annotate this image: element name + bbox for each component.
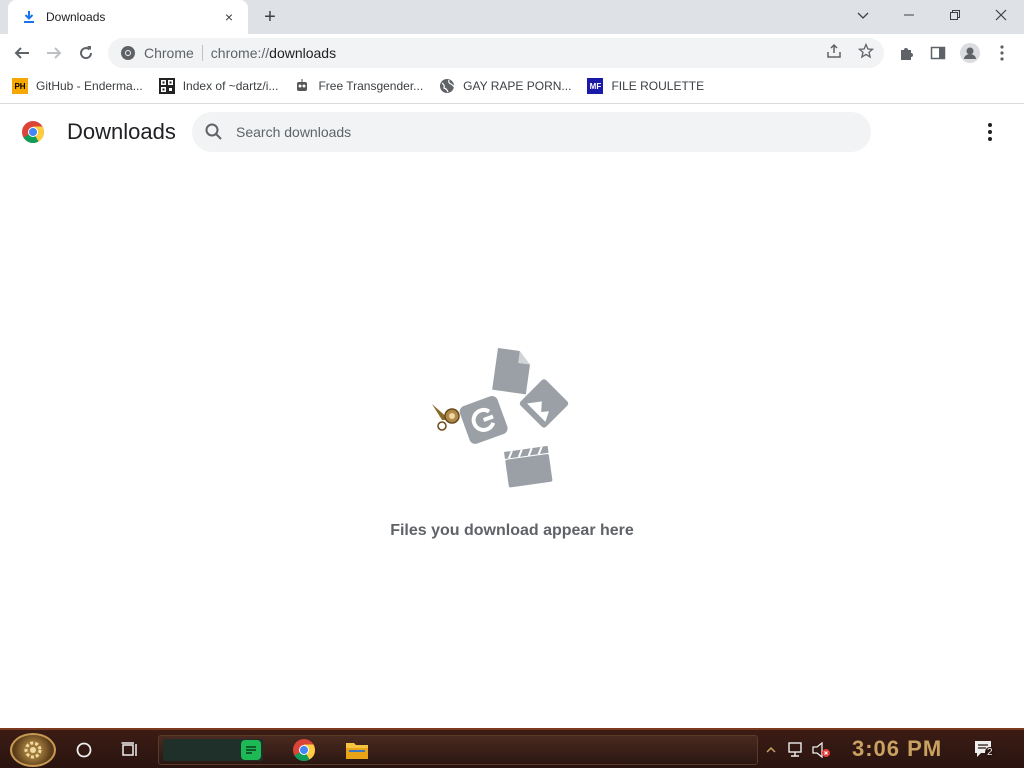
- bookmark-item[interactable]: Index of ~dartz/i...: [158, 74, 279, 98]
- search-icon: [205, 123, 222, 140]
- notification-count: 2: [985, 747, 995, 758]
- star-icon: [858, 43, 874, 59]
- url-prefix: chrome://: [210, 45, 270, 61]
- tab-downloads[interactable]: Downloads ×: [8, 0, 248, 34]
- network-tray-button[interactable]: [788, 738, 806, 762]
- share-icon: [827, 43, 841, 58]
- action-center-button[interactable]: 2: [973, 739, 995, 759]
- url-path: downloads: [269, 45, 337, 61]
- back-button[interactable]: [8, 39, 36, 67]
- downloads-header: Downloads: [0, 104, 1024, 160]
- start-button[interactable]: [10, 733, 56, 767]
- document-icon: [492, 348, 530, 395]
- network-icon: [788, 742, 802, 757]
- address-bar[interactable]: Chrome chrome://downloads: [108, 38, 884, 68]
- download-icon: [24, 11, 34, 23]
- file-explorer-taskbar-button[interactable]: [345, 738, 369, 762]
- close-window-button[interactable]: [978, 0, 1024, 30]
- close-tab-icon[interactable]: ×: [220, 8, 238, 26]
- volume-muted-icon: [812, 742, 830, 758]
- bookmark-label: GitHub - Enderma...: [36, 79, 143, 93]
- app-icon: [459, 396, 508, 444]
- chrome-icon: [121, 46, 135, 60]
- toolbar: Chrome chrome://downloads: [0, 34, 1024, 72]
- folder-icon: [346, 743, 368, 759]
- empty-state-message: Files you download appear here: [390, 522, 634, 539]
- taskbar: 3:06 PM 2: [0, 728, 1024, 768]
- search-downloads[interactable]: [192, 112, 871, 152]
- avatar-icon: [960, 43, 980, 63]
- side-panel-icon: [930, 46, 946, 60]
- notes-icon: [241, 740, 261, 760]
- url-text[interactable]: chrome://downloads: [211, 45, 336, 61]
- page-title: Downloads: [67, 119, 176, 144]
- search-taskbar-button[interactable]: [72, 738, 96, 762]
- bookmark-label: GAY RAPE PORN...: [463, 79, 572, 93]
- cursor-icon: [432, 404, 460, 431]
- ph-icon: PH: [12, 78, 28, 94]
- arrow-right-icon: [47, 47, 62, 59]
- bookmark-label: Free Transgender...: [318, 79, 424, 93]
- tab-strip: Downloads × +: [0, 0, 1024, 34]
- chrome-menu-button[interactable]: [990, 41, 1014, 65]
- bookmark-item[interactable]: GAY RAPE PORN...: [439, 74, 571, 98]
- site-label: Chrome: [144, 45, 194, 61]
- search-input[interactable]: [236, 124, 836, 140]
- chrome-logo-icon: [22, 121, 44, 143]
- puzzle-icon: [901, 48, 913, 60]
- bookmark-star-button[interactable]: [856, 41, 876, 61]
- globe-icon: [440, 79, 455, 93]
- video-icon: [504, 445, 553, 488]
- bookmark-item[interactable]: Free Transgender...: [294, 74, 423, 98]
- bookmark-label: Index of ~dartz/i...: [182, 79, 279, 93]
- gear-icon: [24, 741, 42, 759]
- empty-downloads-illustration: [432, 348, 569, 488]
- dot: [988, 130, 992, 134]
- restore-button[interactable]: [932, 0, 978, 30]
- robot-icon: [297, 79, 308, 91]
- volume-tray-button[interactable]: [812, 738, 832, 762]
- mf-icon: MF: [587, 78, 604, 94]
- tray-overflow[interactable]: [766, 738, 776, 762]
- dot: [988, 137, 992, 141]
- task-view-button[interactable]: [118, 738, 142, 762]
- reload-icon: [80, 46, 93, 60]
- side-panel-button[interactable]: [926, 41, 950, 65]
- chrome-icon: [293, 739, 315, 761]
- chrome-taskbar-button[interactable]: [292, 738, 316, 762]
- tab-title: Downloads: [46, 10, 106, 24]
- chevron-down-icon: [857, 12, 869, 19]
- tab-search-button[interactable]: [840, 0, 886, 30]
- minimize-icon: [904, 14, 914, 16]
- profile-button[interactable]: [958, 41, 982, 65]
- forward-button[interactable]: [40, 39, 68, 67]
- bookmark-item[interactable]: MF FILE ROULETTE: [587, 74, 704, 98]
- dot: [988, 123, 992, 127]
- bookmark-label: FILE ROULETTE: [611, 79, 705, 93]
- share-button[interactable]: [824, 41, 844, 61]
- cortana-icon: [76, 742, 92, 758]
- task-view-icon: [121, 742, 137, 756]
- new-tab-button[interactable]: +: [258, 5, 282, 29]
- more-actions-button[interactable]: [978, 120, 1002, 144]
- bookmark-item[interactable]: PH GitHub - Enderma...: [12, 74, 143, 98]
- reload-button[interactable]: [72, 39, 100, 67]
- minimize-button[interactable]: [886, 0, 932, 30]
- omnibox-separator: [201, 45, 203, 61]
- chevron-up-icon: [766, 746, 776, 753]
- extensions-button[interactable]: [894, 41, 918, 65]
- bookmarks-bar: PH GitHub - Enderma... Index of ~dartz/i…: [0, 72, 1024, 100]
- taskbar-clock[interactable]: 3:06 PM: [852, 736, 942, 762]
- more-vert-icon: [1000, 45, 1004, 61]
- qr-icon: [158, 78, 175, 94]
- spotify-taskbar-button[interactable]: [239, 738, 263, 762]
- close-icon: [995, 9, 1007, 21]
- arrow-left-icon: [14, 47, 29, 59]
- restore-icon: [950, 10, 960, 20]
